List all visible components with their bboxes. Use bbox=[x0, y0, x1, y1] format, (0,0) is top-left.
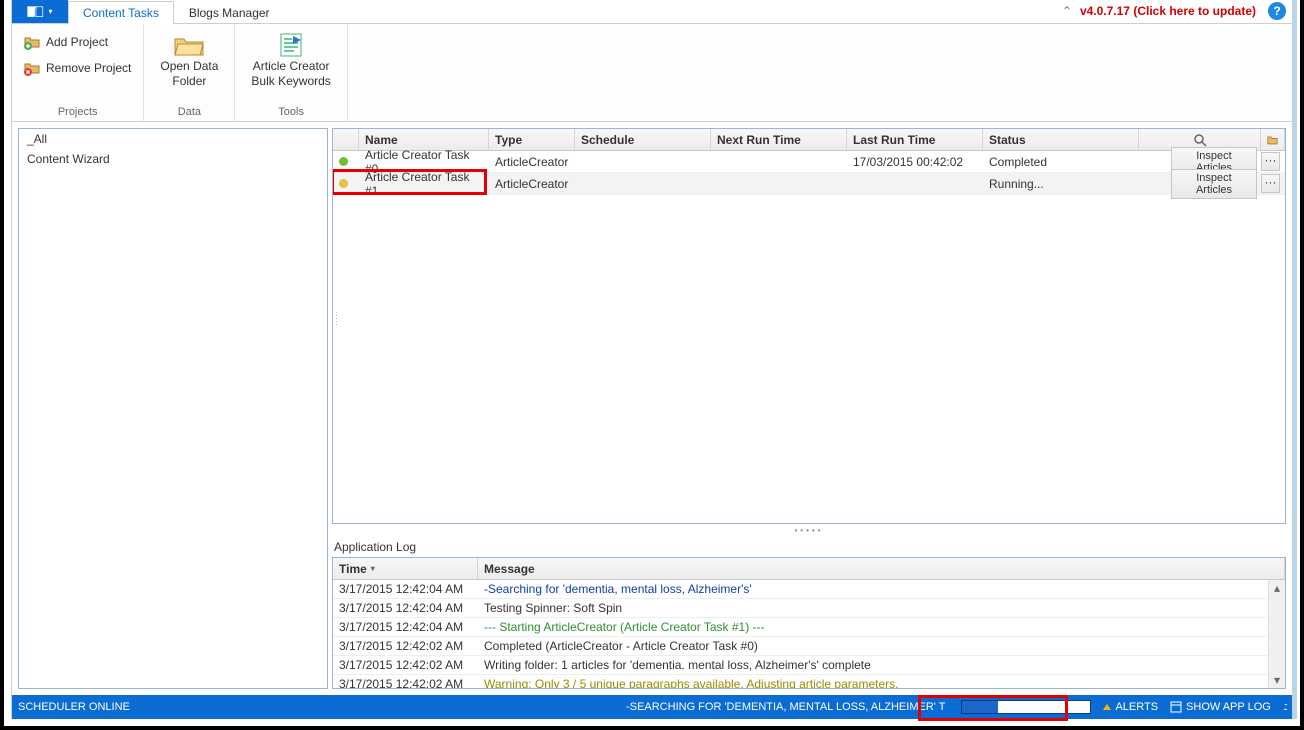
group-label-tools: Tools bbox=[245, 104, 336, 121]
tasks-grid: ····· Name Type Schedule Next Run Time L… bbox=[332, 128, 1286, 524]
col-status-icon[interactable] bbox=[333, 129, 359, 150]
folder-open-icon bbox=[173, 32, 205, 58]
button-label: Open Data bbox=[160, 60, 218, 73]
log-row[interactable]: 3/17/2015 12:42:04 AMTesting Spinner: So… bbox=[333, 599, 1285, 618]
cell-schedule bbox=[575, 151, 711, 172]
tree-node-content-wizard[interactable]: Content Wizard bbox=[19, 149, 327, 169]
button-label: Remove Project bbox=[46, 61, 131, 75]
update-link[interactable]: v4.0.7.17 (Click here to update) bbox=[1080, 0, 1264, 23]
cell-last-run bbox=[847, 173, 983, 194]
open-data-folder-button[interactable]: Open Data Folder bbox=[154, 28, 224, 88]
log-message: Writing folder: 1 articles for 'dementia… bbox=[478, 656, 1285, 674]
log-row[interactable]: 3/17/2015 12:42:02 AMWarning: Only 3 / 5… bbox=[333, 675, 1285, 688]
status-bar: SCHEDULER ONLINE -SEARCHING FOR 'DEMENTI… bbox=[12, 695, 1292, 719]
button-label: Add Project bbox=[46, 35, 108, 49]
search-icon bbox=[1193, 133, 1207, 147]
cell-status: Running... bbox=[983, 173, 1139, 194]
horizontal-splitter[interactable]: ••••• bbox=[332, 524, 1286, 537]
add-project-button[interactable]: Add Project bbox=[22, 32, 133, 52]
col-next-run[interactable]: Next Run Time bbox=[711, 129, 847, 150]
scroll-down-icon[interactable]: ▾ bbox=[1269, 672, 1285, 688]
window-border-accent bbox=[1293, 0, 1297, 719]
log-time: 3/17/2015 12:42:04 AM bbox=[333, 599, 478, 617]
tree-node-all[interactable]: _All bbox=[19, 129, 327, 149]
log-time: 3/17/2015 12:42:02 AM bbox=[333, 637, 478, 655]
row-menu-button[interactable]: ··· bbox=[1261, 174, 1280, 193]
folder-icon bbox=[1267, 134, 1278, 146]
group-label-projects: Projects bbox=[22, 104, 133, 121]
log-scrollbar[interactable]: ▴ ▾ bbox=[1268, 580, 1285, 688]
status-dot-icon bbox=[339, 157, 348, 166]
alerts-button[interactable]: ALERTS bbox=[1097, 701, 1164, 713]
col-folder[interactable] bbox=[1261, 129, 1285, 150]
vertical-splitter[interactable]: ····· bbox=[333, 311, 339, 341]
resize-grip-icon[interactable]: .:: bbox=[1283, 701, 1286, 713]
col-last-run[interactable]: Last Run Time bbox=[847, 129, 983, 150]
cell-next-run bbox=[711, 173, 847, 194]
col-schedule[interactable]: Schedule bbox=[575, 129, 711, 150]
col-type[interactable]: Type bbox=[489, 129, 575, 150]
status-dot-icon bbox=[339, 179, 348, 188]
filter-icon[interactable]: ▾ bbox=[371, 564, 375, 573]
applog-title: Application Log bbox=[332, 537, 1286, 557]
ribbon-collapse-button[interactable]: ⌃ bbox=[1062, 0, 1080, 23]
status-scheduler: SCHEDULER ONLINE bbox=[18, 701, 130, 713]
tab-label: Content Tasks bbox=[83, 6, 159, 20]
cell-type: ArticleCreator bbox=[489, 173, 575, 194]
log-icon bbox=[1170, 701, 1182, 713]
help-icon[interactable]: ? bbox=[1268, 2, 1286, 20]
cell-name: Article Creator Task #1 bbox=[359, 173, 489, 194]
col-status[interactable]: Status bbox=[983, 129, 1139, 150]
article-creator-bulk-button[interactable]: Article Creator Bulk Keywords bbox=[245, 28, 336, 88]
log-time: 3/17/2015 12:42:02 AM bbox=[333, 675, 478, 688]
book-icon bbox=[27, 5, 45, 19]
table-row[interactable]: Article Creator Task #1ArticleCreator Run… bbox=[333, 173, 1285, 195]
log-message: --- Starting ArticleCreator (Article Cre… bbox=[478, 618, 1285, 636]
cell-next-run bbox=[711, 151, 847, 172]
row-menu-button[interactable]: ··· bbox=[1261, 152, 1280, 171]
log-message: -Searching for 'dementia, mental loss, A… bbox=[478, 580, 1285, 598]
application-log: Time▾ Message 3/17/2015 12:42:04 AM-Sear… bbox=[332, 557, 1286, 689]
project-tree[interactable]: _All Content Wizard bbox=[18, 128, 328, 689]
log-row[interactable]: 3/17/2015 12:42:02 AMWriting folder: 1 a… bbox=[333, 656, 1285, 675]
log-col-message[interactable]: Message bbox=[478, 558, 1285, 579]
log-message: Completed (ArticleCreator - Article Crea… bbox=[478, 637, 1285, 655]
folder-remove-icon bbox=[24, 60, 40, 76]
show-app-log-button[interactable]: SHOW APP LOG bbox=[1164, 701, 1277, 713]
log-message: Warning: Only 3 / 5 unique paragraphs av… bbox=[478, 675, 1285, 688]
inspect-articles-button[interactable]: Inspect Articles bbox=[1171, 169, 1257, 199]
remove-project-button[interactable]: Remove Project bbox=[22, 58, 133, 78]
tab-label: Blogs Manager bbox=[189, 6, 270, 20]
button-label: Article Creator bbox=[253, 60, 330, 73]
progress-bar bbox=[961, 700, 1091, 714]
tab-content-tasks[interactable]: Content Tasks bbox=[68, 1, 174, 24]
status-activity: -SEARCHING FOR 'DEMENTIA, MENTAL LOSS, A… bbox=[130, 701, 956, 713]
log-time: 3/17/2015 12:42:04 AM bbox=[333, 580, 478, 598]
folder-add-icon bbox=[24, 34, 40, 50]
tab-blogs-manager[interactable]: Blogs Manager bbox=[174, 1, 285, 24]
log-row[interactable]: 3/17/2015 12:42:02 AMCompleted (ArticleC… bbox=[333, 637, 1285, 656]
scroll-up-icon[interactable]: ▴ bbox=[1269, 580, 1285, 596]
document-arrow-icon bbox=[275, 32, 307, 58]
cell-last-run: 17/03/2015 00:42:02 bbox=[847, 151, 983, 172]
ribbon: Add Project Remove Project Projects Open… bbox=[12, 24, 1292, 122]
group-label-data: Data bbox=[154, 104, 224, 121]
ribbon-tabbar: ▾ Content Tasks Blogs Manager ⌃ v4.0.7.1… bbox=[12, 0, 1292, 24]
cell-type: ArticleCreator bbox=[489, 151, 575, 172]
button-label: Bulk Keywords bbox=[251, 75, 330, 88]
log-message: Testing Spinner: Soft Spin bbox=[478, 599, 1285, 617]
file-menu-button[interactable]: ▾ bbox=[12, 0, 68, 23]
cell-schedule bbox=[575, 173, 711, 194]
log-time: 3/17/2015 12:42:02 AM bbox=[333, 656, 478, 674]
log-col-time[interactable]: Time▾ bbox=[333, 558, 478, 579]
cell-status: Completed bbox=[983, 151, 1139, 172]
log-time: 3/17/2015 12:42:04 AM bbox=[333, 618, 478, 636]
bell-icon bbox=[1103, 704, 1111, 710]
log-row[interactable]: 3/17/2015 12:42:04 AM-Searching for 'dem… bbox=[333, 580, 1285, 599]
button-label: Folder bbox=[172, 75, 206, 88]
log-row[interactable]: 3/17/2015 12:42:04 AM--- Starting Articl… bbox=[333, 618, 1285, 637]
